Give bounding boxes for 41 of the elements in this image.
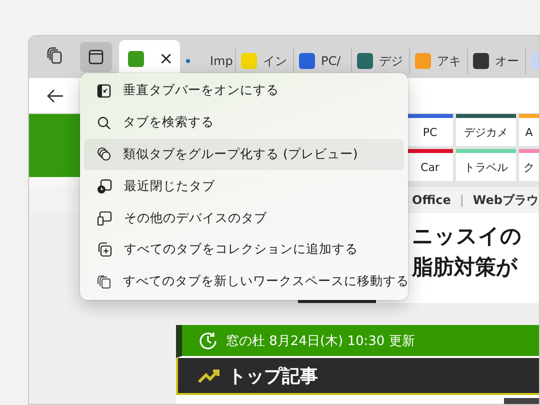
vertical-tabs-icon — [88, 49, 104, 65]
topic-link[interactable]: Office — [412, 193, 451, 207]
vertical-tabs-icon — [97, 84, 111, 98]
menu-item[interactable]: すべてのタブをコレクションに追加する — [84, 234, 404, 266]
menu-item[interactable]: 最近閉じたタブ — [84, 170, 404, 202]
category-link[interactable]: デジカメ — [456, 114, 516, 146]
update-time: 窓の杜 8月24日(木) 10:30 更新 — [226, 332, 415, 350]
trend-icon — [198, 368, 222, 384]
category-link[interactable]: Car — [407, 149, 453, 181]
tab-title: PC/ — [321, 54, 341, 68]
search-icon — [97, 116, 111, 130]
topic-link[interactable]: Webブラウ — [472, 192, 538, 208]
menu-item[interactable]: タブを検索する — [84, 106, 404, 139]
tab-title: オー — [495, 52, 519, 70]
add-collection-icon — [97, 242, 112, 258]
workspaces-icon — [97, 274, 111, 289]
separator: | — [460, 193, 464, 207]
vertical-tabs-button[interactable] — [80, 42, 112, 72]
back-icon[interactable] — [46, 88, 64, 102]
devices-icon — [97, 210, 112, 226]
category-link[interactable]: A — [519, 114, 539, 146]
recent-tab-icon — [97, 178, 112, 194]
category-link[interactable]: トラベル — [456, 149, 516, 181]
tab-title: デジ — [379, 52, 403, 70]
tab-title: イン — [263, 52, 287, 70]
menu-item[interactable]: 垂直タブバーをオンにする — [84, 75, 404, 107]
workspaces-icon[interactable] — [46, 47, 64, 65]
category-link[interactable]: PC — [407, 114, 453, 146]
section-title: トップ記事 — [228, 364, 318, 388]
browser-tab[interactable]: アキ — [410, 48, 468, 74]
category-link[interactable]: ク — [519, 149, 539, 181]
stacked-circles-icon — [97, 147, 111, 162]
menu-item[interactable]: 類似タブをグループ化する (プレビュー) — [84, 138, 404, 170]
clock-icon — [198, 330, 218, 350]
tab-title: アキ — [437, 52, 461, 70]
headline[interactable]: 脂肪対策が — [412, 252, 539, 283]
headline[interactable]: ニッスイの — [412, 221, 539, 252]
menu-item[interactable]: その他のデバイスのタブ — [84, 202, 404, 234]
tab-title: Imp — [210, 54, 233, 68]
close-icon[interactable]: × — [159, 49, 174, 69]
browser-tab[interactable]: オー — [468, 48, 526, 74]
